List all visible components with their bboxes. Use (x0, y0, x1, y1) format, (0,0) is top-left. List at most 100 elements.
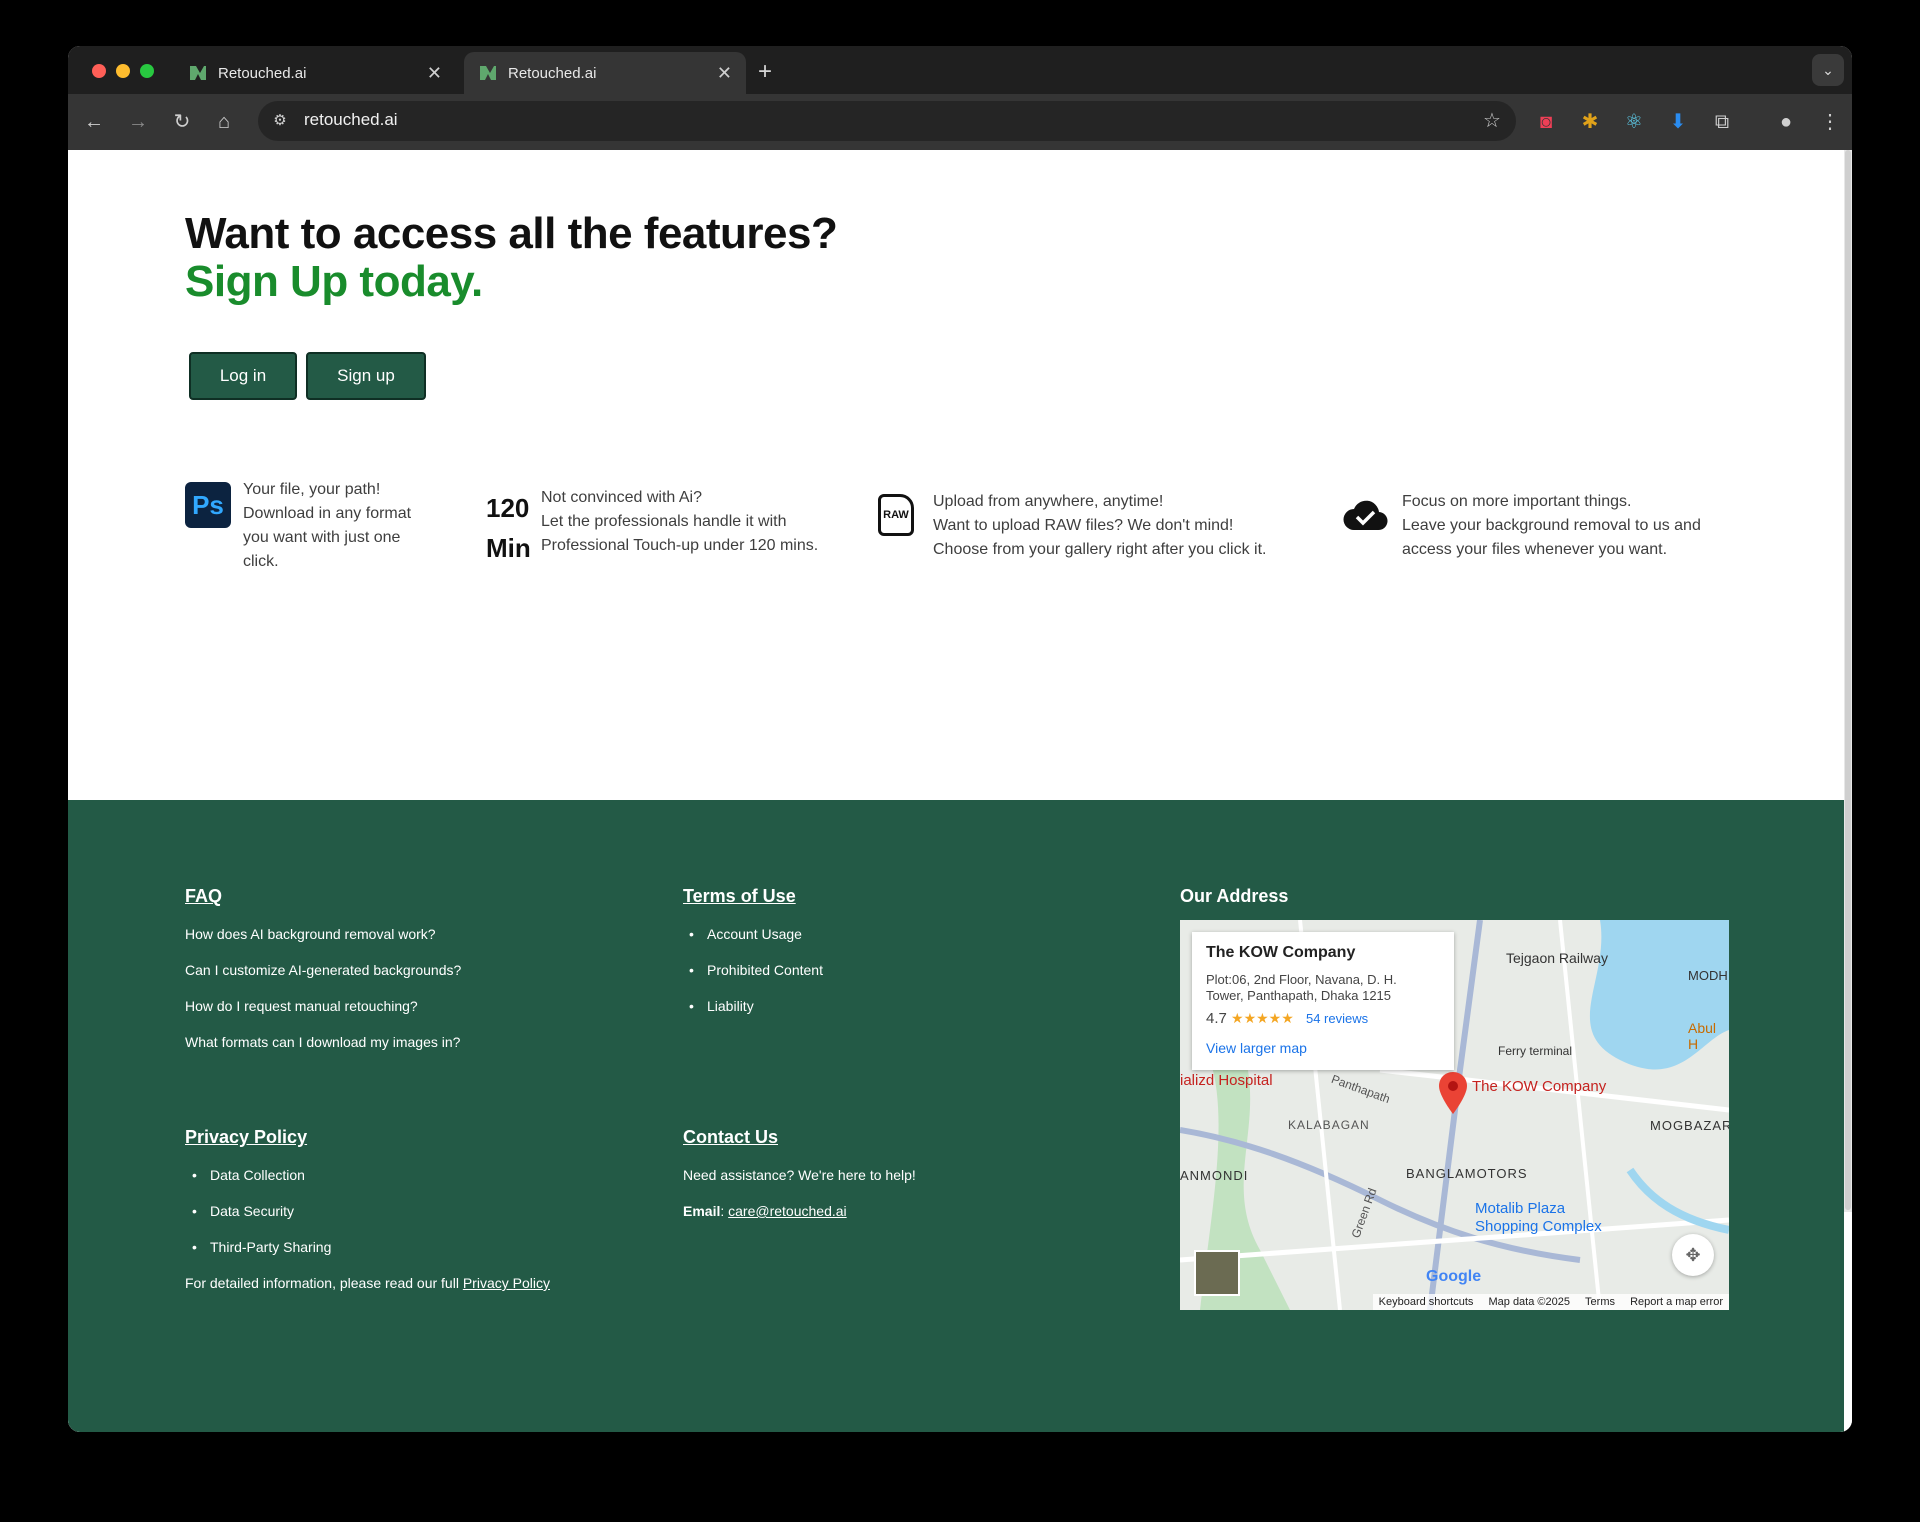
map-data-text: Map data ©2025 (1488, 1296, 1570, 1308)
map-label: MOGBAZAR (1650, 1118, 1729, 1133)
browser-menu-icon[interactable]: ⋮ (1816, 108, 1844, 136)
photoshop-icon-text: Ps (192, 490, 224, 520)
map-attribution: Keyboard shortcuts Map data ©2025 Terms … (1372, 1294, 1729, 1310)
place-address-line: Plot:06, 2nd Floor, Navana, D. H. (1206, 972, 1397, 987)
address-bar[interactable]: ⚙ retouched.ai ☆ (258, 101, 1516, 141)
close-tab-icon[interactable]: ✕ (427, 63, 442, 84)
view-larger-map-link[interactable]: View larger map (1206, 1040, 1307, 1056)
home-icon[interactable]: ⌂ (210, 108, 238, 136)
reviews-link[interactable]: 54 reviews (1306, 1011, 1368, 1026)
place-name: The KOW Company (1206, 944, 1356, 961)
close-window-button[interactable] (92, 64, 106, 78)
email-link[interactable]: care@retouched.ai (728, 1203, 847, 1219)
tab-2[interactable]: Retouched.ai ✕ (464, 52, 746, 94)
privacy-heading[interactable]: Privacy Policy (185, 1127, 307, 1148)
page-scrollbar[interactable] (1844, 150, 1852, 1212)
page-content: Want to access all the features? Sign Up… (68, 150, 1852, 1432)
map-label: Tejgaon Railway (1506, 950, 1608, 966)
privacy-item[interactable]: Data Security (192, 1203, 294, 1219)
cloud-check-icon (1343, 500, 1388, 531)
map-label: MODH (1688, 968, 1728, 983)
scrollbar-thumb[interactable] (1845, 150, 1851, 1210)
feature-line: Focus on more important things. (1402, 493, 1632, 510)
terms-item[interactable]: Account Usage (689, 926, 802, 942)
react-devtools-icon[interactable]: ⚛ (1620, 108, 1648, 136)
extensions-puzzle-icon[interactable]: ⧉ (1708, 108, 1736, 136)
site-info-icon[interactable]: ⚙ (266, 107, 294, 135)
privacy-item[interactable]: Third-Party Sharing (192, 1239, 331, 1255)
google-map[interactable]: Tejgaon Railway Ferry terminal ializd Ho… (1180, 920, 1729, 1310)
bookmark-star-icon[interactable]: ☆ (1478, 107, 1506, 135)
rating-stars-icon: ★★★★★ (1231, 1010, 1294, 1026)
map-label: Ferry terminal (1498, 1044, 1573, 1058)
reload-icon[interactable]: ↻ (168, 108, 196, 136)
signup-button[interactable]: Sign up (306, 352, 426, 400)
icon-number: 120 (486, 493, 530, 523)
tab-search-button[interactable]: ⌄ (1812, 54, 1844, 86)
tab-strip: Retouched.ai ✕ Retouched.ai ✕ + ⌄ (68, 46, 1852, 94)
faq-item[interactable]: Can I customize AI-generated backgrounds… (185, 962, 461, 978)
terms-item[interactable]: Prohibited Content (689, 962, 823, 978)
bug-extension-icon[interactable]: ✱ (1576, 108, 1604, 136)
privacy-policy-link[interactable]: Privacy Policy (463, 1275, 550, 1291)
keyboard-shortcuts-link[interactable]: Keyboard shortcuts (1379, 1296, 1474, 1308)
map-terms-link[interactable]: Terms (1585, 1296, 1615, 1308)
contact-text: Need assistance? We're here to help! (683, 1167, 916, 1183)
terms-heading[interactable]: Terms of Use (683, 886, 796, 907)
feature-line: Upload from anywhere, anytime! (933, 493, 1164, 510)
forward-icon[interactable]: → (124, 108, 152, 136)
browser-window: Retouched.ai ✕ Retouched.ai ✕ + ⌄ ← → ↻ … (68, 46, 1852, 1432)
pocket-extension-icon[interactable]: ◙ (1532, 108, 1560, 136)
faq-heading[interactable]: FAQ (185, 886, 222, 907)
tab-1[interactable]: Retouched.ai ✕ (174, 52, 456, 94)
feature-line: Download in any format (243, 505, 412, 522)
map-label: ializd Hospital (1180, 1072, 1273, 1089)
feature-line: Your file, your path! (243, 481, 381, 498)
feature-line: Want to upload RAW files? We don't mind! (933, 517, 1234, 534)
faq-item[interactable]: What formats can I download my images in… (185, 1034, 460, 1050)
feature-line: access your files whenever you want. (1402, 541, 1668, 558)
fullscreen-button[interactable]: ✥ (1672, 1234, 1714, 1276)
terms-item[interactable]: Liability (689, 998, 754, 1014)
faq-item[interactable]: How do I request manual retouching? (185, 998, 418, 1014)
feature-professional-touchup: Not convinced with Ai? Let the professio… (541, 486, 818, 558)
tab-title: Retouched.ai (508, 64, 597, 82)
feature-line: Choose from your gallery right after you… (933, 541, 1267, 558)
url-text[interactable]: retouched.ai (304, 110, 398, 130)
raw-file-icon: RAW (878, 494, 914, 536)
zoom-window-button[interactable] (140, 64, 154, 78)
contact-heading[interactable]: Contact Us (683, 1127, 778, 1148)
place-rating-row: 4.7 ★★★★★ 54 reviews (1206, 1010, 1368, 1027)
minimize-window-button[interactable] (116, 64, 130, 78)
map-label: Abul H (1688, 1020, 1717, 1052)
map-label: KALABAGAN (1288, 1118, 1370, 1132)
email-label: Email (683, 1203, 721, 1219)
satellite-toggle[interactable] (1194, 1250, 1240, 1296)
120-min-icon: 120 Min (486, 488, 531, 568)
close-tab-icon[interactable]: ✕ (717, 63, 732, 84)
map-label: Shopping Complex (1475, 1218, 1602, 1235)
report-map-error-link[interactable]: Report a map error (1630, 1296, 1723, 1308)
hero-title-line2: Sign Up today. (185, 257, 483, 306)
faq-item[interactable]: How does AI background removal work? (185, 926, 436, 942)
feature-cloud-access: Focus on more important things. Leave yo… (1402, 490, 1701, 562)
place-info-card: The KOW Company Plot:06, 2nd Floor, Nava… (1192, 932, 1454, 1070)
feature-line: you want with just one (243, 529, 401, 546)
download-extension-icon[interactable]: ⬇ (1664, 108, 1692, 136)
map-pin-icon[interactable] (1438, 1072, 1468, 1116)
map-label: BANGLAMOTORS (1406, 1166, 1528, 1181)
feature-line: click. (243, 553, 279, 570)
new-tab-button[interactable]: + (758, 58, 772, 86)
place-address-line: Tower, Panthapath, Dhaka 1215 (1206, 988, 1392, 1003)
privacy-item[interactable]: Data Collection (192, 1167, 305, 1183)
feature-line: Leave your background removal to us and (1402, 517, 1701, 534)
feature-line: Let the professionals handle it with (541, 513, 787, 530)
profile-avatar-icon[interactable]: ● (1772, 108, 1800, 136)
map-label: ANMONDI (1180, 1168, 1249, 1183)
back-icon[interactable]: ← (80, 108, 108, 136)
login-button[interactable]: Log in (189, 352, 297, 400)
privacy-note-text: For detailed information, please read ou… (185, 1275, 459, 1291)
hero-heading: Want to access all the features? Sign Up… (185, 210, 838, 306)
address-heading: Our Address (1180, 886, 1289, 906)
privacy-note: For detailed information, please read ou… (185, 1275, 550, 1291)
